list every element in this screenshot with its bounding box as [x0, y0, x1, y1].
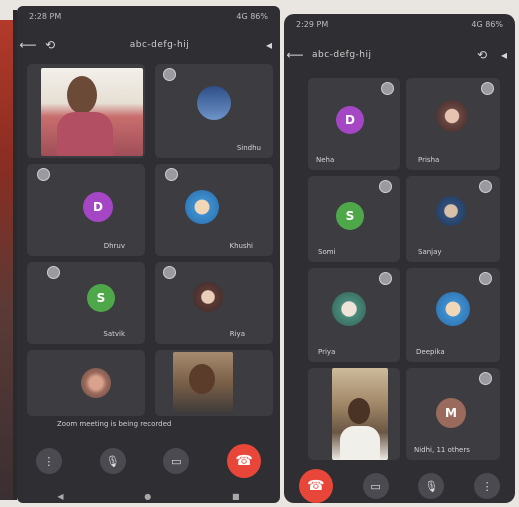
participant-tile[interactable]: Khushi	[155, 164, 273, 256]
initial-avatar: D	[336, 106, 364, 134]
participant-name: Khushi	[229, 242, 254, 250]
more-options-icon[interactable]: ⋮	[474, 473, 501, 499]
participant-name: Priya	[318, 348, 336, 356]
participant-name: Satvik	[103, 330, 125, 338]
participant-tile[interactable]: D Dhruv	[27, 164, 145, 256]
camera-icon[interactable]: ▭	[163, 448, 190, 474]
pin-icon[interactable]	[163, 266, 176, 279]
microphone-icon[interactable]: 🎙	[99, 448, 126, 474]
pin-icon[interactable]	[479, 180, 492, 193]
participant-tile[interactable]: S Satvik	[27, 262, 145, 344]
participant-video	[332, 368, 388, 460]
initial-avatar: M	[436, 398, 466, 428]
initial-avatar: S	[87, 284, 115, 312]
pin-icon[interactable]	[163, 68, 176, 81]
participant-tile[interactable]: Riya	[155, 262, 273, 344]
profile-photo-avatar	[81, 368, 111, 398]
pin-icon[interactable]	[481, 82, 494, 95]
profile-photo-avatar	[436, 196, 466, 226]
participant-name: Somi	[318, 248, 336, 256]
participant-tile[interactable]	[27, 64, 145, 158]
status-icons: 4G 86%	[471, 19, 503, 29]
pin-icon[interactable]	[479, 272, 492, 285]
end-call-button[interactable]: ☎	[227, 444, 262, 478]
participant-tile[interactable]	[155, 350, 273, 416]
meeting-toolbar: ⟵ abc-defg-hij ⟲ ◂	[284, 42, 515, 68]
back-arrow-icon[interactable]: ⟵	[284, 48, 306, 62]
participant-name: Prisha	[418, 156, 440, 164]
profile-photo-avatar	[197, 86, 231, 120]
participant-tile[interactable]: Sanjay	[406, 176, 500, 262]
switch-camera-icon[interactable]: ⟲	[39, 38, 61, 52]
profile-photo-avatar	[193, 282, 223, 312]
call-controls: ⋮ 🎙 ▭ ☎	[17, 443, 280, 479]
pin-icon[interactable]	[37, 168, 50, 181]
initial-avatar: D	[83, 192, 113, 222]
participant-tile[interactable]: S Somi	[308, 176, 400, 262]
participant-name: Nidhi, 11 others	[414, 446, 470, 454]
participant-name: Sanjay	[418, 248, 442, 256]
back-arrow-icon[interactable]: ⟵	[17, 38, 39, 52]
initial-avatar: S	[336, 202, 364, 230]
participant-video	[173, 352, 233, 414]
pin-icon[interactable]	[479, 372, 492, 385]
pin-icon[interactable]	[379, 180, 392, 193]
switch-camera-icon[interactable]: ⟲	[471, 48, 493, 62]
participant-name: Dhruv	[103, 242, 125, 250]
participant-tile[interactable]: D Neha	[308, 78, 400, 170]
participant-tile[interactable]	[27, 350, 145, 416]
nav-back-icon[interactable]: ◀	[57, 492, 63, 501]
participant-tile[interactable]: Prisha	[406, 78, 500, 170]
participant-tile[interactable]	[308, 368, 400, 460]
pin-icon[interactable]	[165, 168, 178, 181]
recording-notice: Zoom meeting is being recorded	[57, 420, 172, 428]
status-bar: 2:29 PM 4G 86%	[284, 14, 515, 34]
participant-video	[41, 68, 143, 156]
pin-icon[interactable]	[379, 272, 392, 285]
pin-icon[interactable]	[381, 82, 394, 95]
participant-name: Deepika	[416, 348, 445, 356]
nav-home-icon[interactable]: ●	[144, 492, 151, 501]
end-call-button[interactable]: ☎	[298, 469, 333, 503]
right-phone-screen: 2:29 PM 4G 86% ⟵ abc-defg-hij ⟲ ◂ D Neha…	[284, 14, 515, 503]
profile-photo-avatar	[436, 292, 470, 326]
call-controls: ☎ ▭ 🎙 ⋮	[284, 469, 515, 503]
participant-tile[interactable]: Deepika	[406, 268, 500, 362]
participant-name: Sindhu	[236, 144, 261, 152]
profile-photo-avatar	[185, 190, 219, 224]
participant-name: Riya	[229, 330, 245, 338]
status-time: 2:28 PM	[29, 11, 62, 21]
status-icons: 4G 86%	[236, 11, 268, 21]
profile-photo-avatar	[436, 100, 468, 132]
participant-name: Neha	[316, 156, 335, 164]
more-options-icon[interactable]: ⋮	[35, 448, 62, 474]
meeting-code: abc-defg-hij	[312, 50, 372, 60]
participant-tile[interactable]: M Nidhi, 11 others	[406, 368, 500, 460]
meeting-toolbar: ⟵ ⟲ abc-defg-hij ◂	[17, 32, 280, 58]
participant-tile[interactable]: Priya	[308, 268, 400, 362]
android-nav-bar: ◀ ● ■	[17, 489, 280, 503]
speaker-icon[interactable]: ◂	[493, 48, 515, 62]
meeting-code: abc-defg-hij	[129, 40, 190, 50]
pin-icon[interactable]	[47, 266, 60, 279]
participant-tile[interactable]: Sindhu	[155, 64, 273, 158]
camera-icon[interactable]: ▭	[362, 473, 389, 499]
speaker-icon[interactable]: ◂	[258, 38, 280, 52]
background-red-strip	[0, 20, 13, 500]
status-bar: 2:28 PM 4G 86%	[17, 6, 280, 26]
microphone-icon[interactable]: 🎙	[418, 473, 445, 499]
profile-photo-avatar	[332, 292, 366, 326]
left-phone-screen: 2:28 PM 4G 86% ⟵ ⟲ abc-defg-hij ◂ Sindhu…	[17, 6, 280, 503]
nav-recents-icon[interactable]: ■	[232, 492, 240, 501]
status-time: 2:29 PM	[296, 19, 329, 29]
